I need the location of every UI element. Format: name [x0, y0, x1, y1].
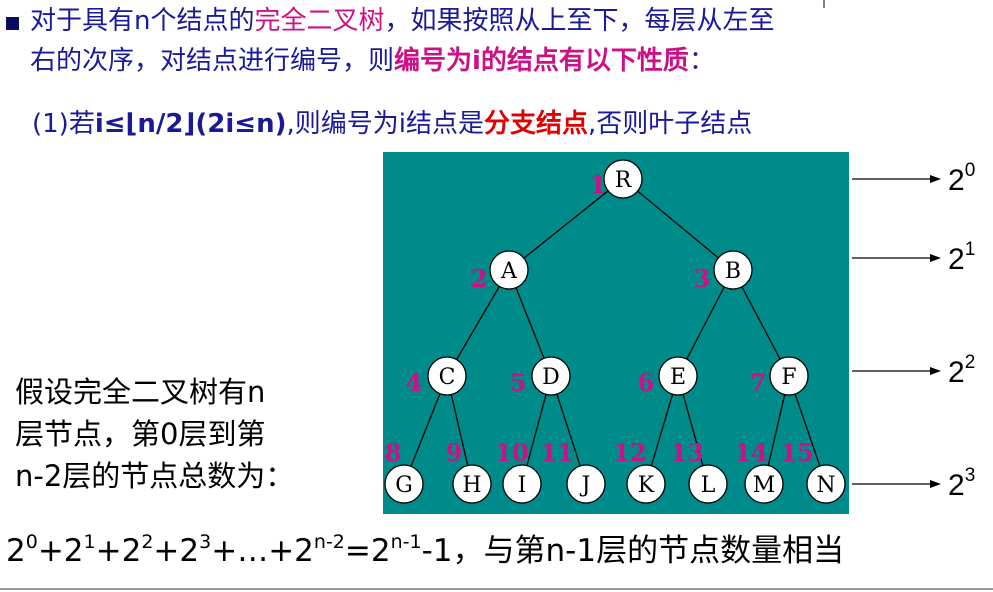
node-label: R [615, 168, 633, 193]
assumption-line-1: 假设完全二叉树有n [15, 375, 266, 409]
tree-node: L [688, 464, 728, 504]
tree-node: H [452, 464, 492, 504]
tree-node: B [713, 250, 753, 290]
level-count-base: 2 [948, 356, 965, 389]
node-label: B [725, 259, 741, 284]
node-label: A [500, 259, 518, 284]
node-number: 13 [670, 438, 703, 467]
node-label: N [816, 473, 835, 498]
node-number: 12 [613, 438, 646, 467]
formula-exponent: 3 [199, 531, 212, 553]
node-number: 14 [734, 438, 767, 467]
level-count-exponent: 2 [965, 352, 976, 373]
level-count-labels: 20212223 [852, 160, 975, 502]
node-label: H [462, 473, 481, 498]
level-count: 22 [948, 352, 975, 389]
level-count-exponent: 3 [965, 465, 976, 486]
tree-node: K [626, 464, 666, 504]
node-number: 2 [471, 264, 488, 293]
arrow-head-icon [930, 254, 941, 262]
node-number: 15 [780, 438, 813, 467]
tree-node: R [603, 159, 643, 199]
node-label: D [542, 365, 560, 390]
tree-node: M [744, 464, 784, 504]
node-label: G [395, 473, 413, 498]
node-label: M [753, 473, 776, 498]
node-number: 7 [750, 368, 767, 397]
node-number: 4 [406, 368, 423, 397]
level-count-exponent: 1 [965, 239, 976, 260]
node-label: K [638, 473, 655, 498]
tree-node: N [806, 464, 846, 504]
formula-base: 2 [6, 533, 26, 569]
assumption-line-2: 层节点，第0层到第 [15, 417, 266, 451]
tree-node: E [658, 356, 698, 396]
node-number: 3 [694, 264, 711, 293]
level-count-base: 2 [948, 469, 965, 502]
formula-exponent: n-2 [313, 531, 345, 553]
level-count-exponent: 0 [965, 160, 976, 181]
node-label: L [701, 473, 716, 498]
node-number: 5 [510, 368, 527, 397]
arrow-head-icon [930, 367, 941, 375]
formula-base: +2 [153, 533, 200, 569]
formula-exponent: 0 [25, 531, 38, 553]
tree-node: A [489, 250, 529, 290]
node-number: 8 [385, 438, 402, 467]
formula-base: =2 [344, 533, 391, 569]
node-number: 6 [638, 368, 655, 397]
level-count: 21 [948, 239, 975, 276]
formula-base: +2 [95, 533, 142, 569]
binary-tree-diagram: R1A2 B3C4 D5 E6 F7G8H9I10J11K12L13M14N15 202… [383, 0, 975, 514]
level-count: 23 [948, 465, 975, 502]
formula-tail: -1，与第n-1层的节点数量相当 [421, 533, 845, 569]
arrow-head-icon [930, 175, 941, 183]
bottom-divider [0, 588, 993, 590]
node-label: C [439, 365, 456, 390]
tree-node: C [427, 356, 467, 396]
level-count: 20 [948, 160, 975, 197]
sum-formula: 20+21+22+23+…+2n-2=2n-1-1，与第n-1层的节点数量相当 [6, 531, 844, 571]
node-label: I [518, 473, 527, 498]
assumption-line-3: n-2层的节点总数为： [15, 459, 295, 493]
formula-base: +2 [37, 533, 84, 569]
formula-exponent: n-1 [390, 531, 422, 553]
tree-node: J [566, 464, 606, 504]
node-number: 1 [590, 170, 607, 199]
node-number: 9 [446, 438, 463, 467]
arrow-head-icon [930, 480, 941, 488]
formula-exponent: 1 [83, 531, 96, 553]
tree-node: D [531, 356, 571, 396]
tree-node: I [502, 464, 542, 504]
formula-exponent: 2 [141, 531, 154, 553]
formula-base: +…+2 [211, 533, 314, 569]
tree-node: G [384, 464, 424, 504]
node-number: 10 [495, 438, 528, 467]
node-label: E [670, 365, 686, 390]
tree-node: F [769, 356, 809, 396]
level-count-base: 2 [948, 164, 965, 197]
level-count-base: 2 [948, 243, 965, 276]
node-label: F [781, 365, 796, 390]
node-number: 11 [540, 438, 573, 467]
node-label: J [580, 473, 591, 498]
